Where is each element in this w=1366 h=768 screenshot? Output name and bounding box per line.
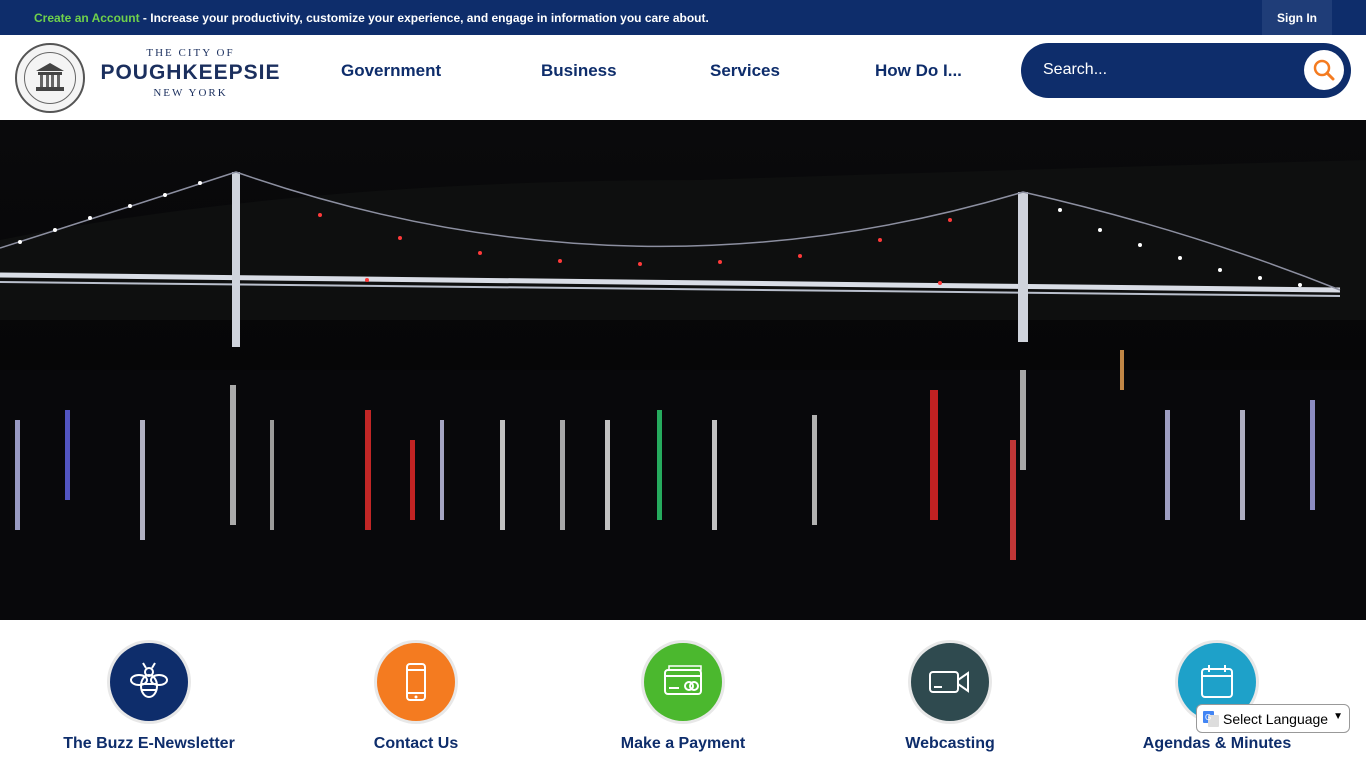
google-translate-icon: G — [1203, 710, 1219, 727]
video-camera-icon — [929, 671, 969, 693]
search-icon — [1313, 59, 1335, 81]
language-select[interactable]: G Select Language ▼ — [1196, 704, 1350, 733]
hero-bridge-photo — [0, 120, 1366, 620]
sign-in-button[interactable]: Sign In — [1262, 0, 1332, 35]
contact-label: Contact Us — [373, 735, 459, 752]
webcasting-circle[interactable] — [911, 643, 989, 721]
quick-link-payment[interactable]: Make a Payment — [573, 643, 793, 753]
language-label: Select Language — [1223, 710, 1329, 727]
search-button[interactable] — [1304, 50, 1344, 90]
svg-text:G: G — [1205, 713, 1211, 722]
nav-services[interactable]: Services — [710, 61, 780, 81]
city-name-logo[interactable]: THE CITY OF POUGHKEEPSIE NEW YORK — [98, 47, 283, 99]
courthouse-icon — [36, 63, 64, 91]
seal-inner — [24, 52, 76, 104]
phone-icon — [406, 663, 426, 701]
city-seal-logo[interactable] — [15, 43, 85, 113]
payment-label: Make a Payment — [620, 735, 746, 752]
account-message: Create an Account - Increase your produc… — [34, 11, 709, 25]
account-message-text: - Increase your productivity, customize … — [139, 11, 709, 25]
newsletter-label: The Buzz E-Newsletter — [63, 735, 235, 752]
newsletter-circle[interactable] — [110, 643, 188, 721]
webcasting-label: Webcasting — [905, 735, 995, 752]
credit-card-icon — [664, 665, 702, 695]
calendar-icon — [1201, 665, 1233, 698]
logo-line-3: NEW YORK — [153, 87, 228, 99]
bridge-night-photo — [0, 120, 1366, 620]
create-account-link[interactable]: Create an Account — [34, 11, 140, 25]
nav-how-do-i[interactable]: How Do I... — [875, 61, 962, 81]
agendas-label: Agendas & Minutes — [1142, 735, 1292, 752]
contact-circle[interactable] — [377, 643, 455, 721]
top-utility-bar: Create an Account - Increase your produc… — [0, 0, 1366, 35]
quick-link-contact[interactable]: Contact Us — [306, 643, 526, 753]
site-header: THE CITY OF POUGHKEEPSIE NEW YORK Govern… — [0, 35, 1366, 120]
search-box — [1021, 43, 1351, 98]
quick-link-newsletter[interactable]: The Buzz E-Newsletter — [39, 643, 259, 753]
bee-icon — [130, 662, 168, 698]
quick-link-agendas[interactable]: Agendas & Minutes — [1107, 643, 1327, 753]
logo-line-1: THE CITY OF — [146, 47, 235, 59]
nav-government[interactable]: Government — [341, 61, 441, 81]
search-input[interactable] — [1043, 56, 1293, 84]
payment-circle[interactable] — [644, 643, 722, 721]
logo-line-2: POUGHKEEPSIE — [100, 61, 281, 84]
quick-link-webcasting[interactable]: Webcasting — [840, 643, 1060, 753]
chevron-down-icon: ▼ — [1333, 711, 1343, 722]
nav-business[interactable]: Business — [541, 61, 617, 81]
